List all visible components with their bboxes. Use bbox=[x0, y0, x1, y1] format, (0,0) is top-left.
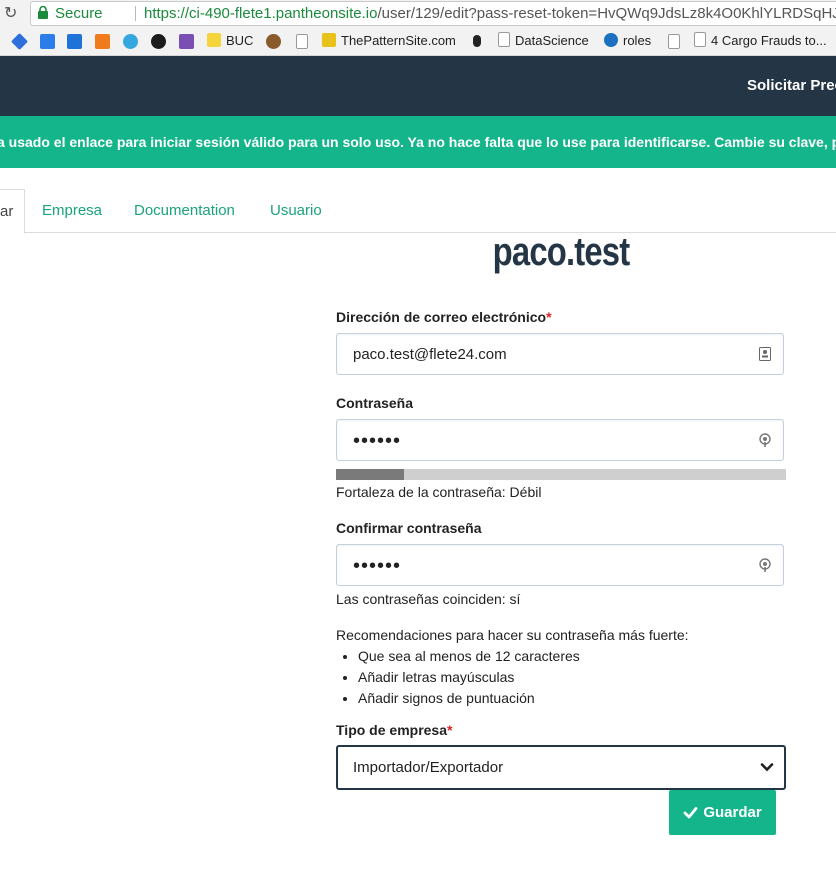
bookmarks-bar: BUC ThePatternSite.com DataScience roles… bbox=[0, 30, 836, 52]
page-icon[interactable] bbox=[296, 34, 308, 49]
company-type-label: Tipo de empresa* bbox=[336, 722, 452, 738]
url-path: /user/129/edit?pass-reset-token=HvQWq9Jd… bbox=[377, 5, 836, 22]
password-value: •••••• bbox=[353, 430, 402, 452]
url-separator bbox=[135, 6, 136, 21]
bookmark-label: BUC bbox=[226, 33, 254, 48]
person-icon[interactable] bbox=[473, 35, 481, 47]
tab-documentation[interactable]: Documentation bbox=[134, 189, 235, 232]
heroku-app-icon[interactable] bbox=[179, 34, 194, 49]
password-label: Contraseña bbox=[336, 395, 414, 411]
required-mark: * bbox=[447, 722, 453, 738]
password-strength-text: Fortaleza de la contraseña: Débil bbox=[336, 484, 542, 500]
secure-label: Secure bbox=[55, 5, 103, 22]
save-button-label: Guardar bbox=[703, 804, 762, 821]
list-item: Añadir signos de puntuación bbox=[358, 688, 580, 709]
recommendations-title: Recomendaciones para hacer su contraseña… bbox=[336, 627, 689, 643]
contact-card-icon[interactable] bbox=[759, 347, 771, 361]
page-icon bbox=[694, 32, 706, 47]
recommendations-list: Que sea al menos de 12 caracteres Añadir… bbox=[336, 646, 580, 709]
diamond-app-icon[interactable] bbox=[11, 33, 28, 50]
tab-empresa[interactable]: Empresa bbox=[42, 189, 102, 232]
address-bar[interactable]: Secure https://ci-490-flete1.pantheonsit… bbox=[30, 1, 836, 26]
url-text: https://ci-490-flete1.pantheonsite.io/us… bbox=[144, 2, 836, 25]
key-icon[interactable] bbox=[759, 558, 771, 572]
bookmark-buc[interactable]: BUC bbox=[207, 30, 253, 52]
page-title: paco.test bbox=[492, 230, 630, 274]
company-type-label-text: Tipo de empresa bbox=[336, 722, 448, 738]
bookmark-label: roles bbox=[623, 33, 652, 48]
bookmark-datascience[interactable]: DataScience bbox=[498, 30, 589, 52]
confirm-password-label: Confirmar contraseña bbox=[336, 520, 482, 536]
shield-app-icon[interactable] bbox=[40, 34, 55, 49]
email-field[interactable]: paco.test@flete24.com bbox=[336, 333, 784, 375]
chevron-down-icon bbox=[760, 763, 774, 772]
tab-usuario[interactable]: Usuario bbox=[270, 189, 322, 232]
request-quote-link[interactable]: Solicitar Preci bbox=[747, 77, 836, 94]
password-field[interactable]: •••••• bbox=[336, 419, 784, 461]
owl-app-icon[interactable] bbox=[266, 34, 281, 49]
drupal-icon bbox=[604, 33, 618, 47]
reload-icon[interactable]: ↻ bbox=[4, 3, 17, 23]
lock-icon bbox=[38, 6, 48, 19]
page-icon bbox=[498, 32, 510, 47]
tab-bar: ar Empresa Documentation Usuario bbox=[0, 189, 836, 234]
url-host: https://ci-490-flete1.pantheonsite.io bbox=[144, 5, 378, 22]
bookmark-label: DataScience bbox=[515, 33, 589, 48]
company-type-select[interactable]: Importador/Exportador bbox=[336, 745, 786, 790]
company-type-value: Importador/Exportador bbox=[353, 759, 504, 776]
status-message-text: a usado el enlace para iniciar sesión vá… bbox=[0, 134, 836, 150]
check-icon bbox=[683, 807, 698, 819]
cloud-app-icon[interactable] bbox=[123, 34, 138, 49]
email-label: Dirección de correo electrónico* bbox=[336, 309, 552, 325]
site-header: Solicitar Preci bbox=[0, 56, 836, 116]
confirm-password-value: •••••• bbox=[353, 555, 402, 577]
password-match-text: Las contraseñas coinciden: sí bbox=[336, 591, 521, 607]
key-icon[interactable] bbox=[759, 433, 771, 447]
stack-app-icon[interactable] bbox=[67, 34, 82, 49]
password-strength-fill bbox=[336, 469, 404, 480]
page-icon[interactable] bbox=[668, 34, 680, 49]
list-item: Que sea al menos de 12 caracteres bbox=[358, 646, 580, 667]
save-button[interactable]: Guardar bbox=[669, 790, 776, 835]
bookmark-roles[interactable]: roles bbox=[604, 30, 651, 52]
email-label-text: Dirección de correo electrónico bbox=[336, 309, 547, 325]
bookmark-label: 4 Cargo Frauds to... bbox=[711, 33, 827, 48]
folder-icon bbox=[207, 33, 221, 47]
status-message: a usado el enlace para iniciar sesión vá… bbox=[0, 116, 836, 168]
cube-app-icon[interactable] bbox=[95, 34, 110, 49]
browser-chrome: ↻ Secure https://ci-490-flete1.pantheons… bbox=[0, 0, 836, 56]
confirm-password-field[interactable]: •••••• bbox=[336, 544, 784, 586]
circle-app-icon[interactable] bbox=[151, 34, 166, 49]
bookmark-label: ThePatternSite.com bbox=[341, 33, 456, 48]
email-value: paco.test@flete24.com bbox=[353, 346, 507, 363]
bookmark-cargo-frauds[interactable]: 4 Cargo Frauds to... bbox=[694, 30, 827, 52]
tab-editar[interactable]: ar bbox=[0, 189, 25, 234]
bookmark-thepatternsite[interactable]: ThePatternSite.com bbox=[322, 30, 456, 52]
pattern-site-icon bbox=[322, 33, 336, 47]
list-item: Añadir letras mayúsculas bbox=[358, 667, 580, 688]
required-mark: * bbox=[546, 309, 552, 325]
password-strength-meter bbox=[336, 469, 786, 480]
